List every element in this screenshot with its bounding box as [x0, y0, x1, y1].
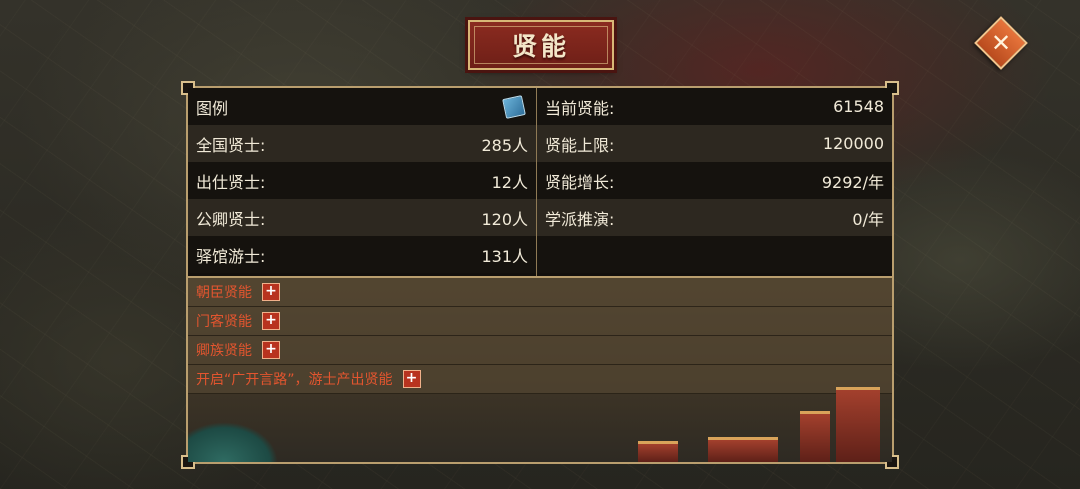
stat-value: 0/年 [852, 209, 884, 229]
stat-value: 120000 [822, 134, 884, 153]
palace-tower [800, 411, 830, 462]
stat-value: 131人 [481, 246, 528, 266]
talent-sources-list: 朝臣贤能 + 门客贤能 + 卿族贤能 + 开启“广开言路”，游士产出贤能 + [188, 278, 892, 462]
expand-plus-button[interactable]: + [262, 341, 280, 359]
talent-panel: 图例 全国贤士: 285人 出仕贤士: 12人 公卿贤士: 120人 驿馆游士:… [181, 81, 899, 469]
stats-table: 图例 全国贤士: 285人 出仕贤士: 12人 公卿贤士: 120人 驿馆游士:… [188, 88, 892, 276]
stat-row-noble-talents: 公卿贤士: 120人 [188, 199, 536, 236]
stat-row-school-deduction: 学派推演: 0/年 [537, 199, 892, 236]
expand-plus-button[interactable]: + [262, 312, 280, 330]
stat-label: 全国贤士: [196, 135, 266, 155]
stat-label: 出仕贤士: [196, 172, 266, 192]
hill-decoration [188, 422, 278, 462]
book-icon[interactable] [502, 94, 526, 119]
stat-row-serving-talents: 出仕贤士: 12人 [188, 162, 536, 199]
close-icon[interactable]: ✕ [983, 25, 1019, 61]
list-item-noble-clan-talent: 卿族贤能 + [188, 336, 892, 365]
stat-row-empty [537, 236, 892, 273]
stat-label: 贤能上限: [545, 135, 615, 155]
stat-value: 9292/年 [821, 172, 884, 192]
stat-label: 公卿贤士: [196, 209, 266, 229]
stat-label: 贤能增长: [545, 172, 615, 192]
stat-label: 驿馆游士: [196, 246, 266, 266]
bonus-label: 门客贤能 [196, 314, 252, 330]
stat-row-inn-travelers: 驿馆游士: 131人 [188, 236, 536, 273]
stat-value: 120人 [481, 209, 528, 229]
expand-plus-button[interactable]: + [262, 283, 280, 301]
palace-building [638, 441, 678, 462]
list-item-minister-talent: 朝臣贤能 + [188, 278, 892, 307]
palace-scenery-decoration [188, 382, 892, 462]
left-stats-column: 图例 全国贤士: 285人 出仕贤士: 12人 公卿贤士: 120人 驿馆游士:… [188, 88, 537, 276]
palace-building [708, 437, 778, 462]
bonus-label: 卿族贤能 [196, 343, 252, 359]
stat-label: 当前贤能: [545, 98, 615, 118]
right-stats-column: 当前贤能: 61548 贤能上限: 120000 贤能增长: 9292/年 学派… [537, 88, 892, 276]
page-title: 贤能 [511, 32, 570, 61]
stat-value: 12人 [491, 172, 528, 192]
stat-row-current-talent: 当前贤能: 61548 [537, 88, 892, 125]
stat-value: 285人 [481, 135, 528, 155]
legend-row[interactable]: 图例 [188, 88, 536, 125]
list-item-retainer-talent: 门客贤能 + [188, 307, 892, 336]
stat-row-talent-cap: 贤能上限: 120000 [537, 125, 892, 162]
stat-label: 学派推演: [545, 209, 615, 229]
legend-label: 图例 [196, 98, 229, 118]
title-plaque: 贤能 [468, 20, 614, 70]
stat-row-national-talents: 全国贤士: 285人 [188, 125, 536, 162]
palace-tower [836, 387, 880, 462]
bonus-label: 朝臣贤能 [196, 285, 252, 301]
stat-value: 61548 [833, 97, 884, 116]
stat-row-talent-growth: 贤能增长: 9292/年 [537, 162, 892, 199]
